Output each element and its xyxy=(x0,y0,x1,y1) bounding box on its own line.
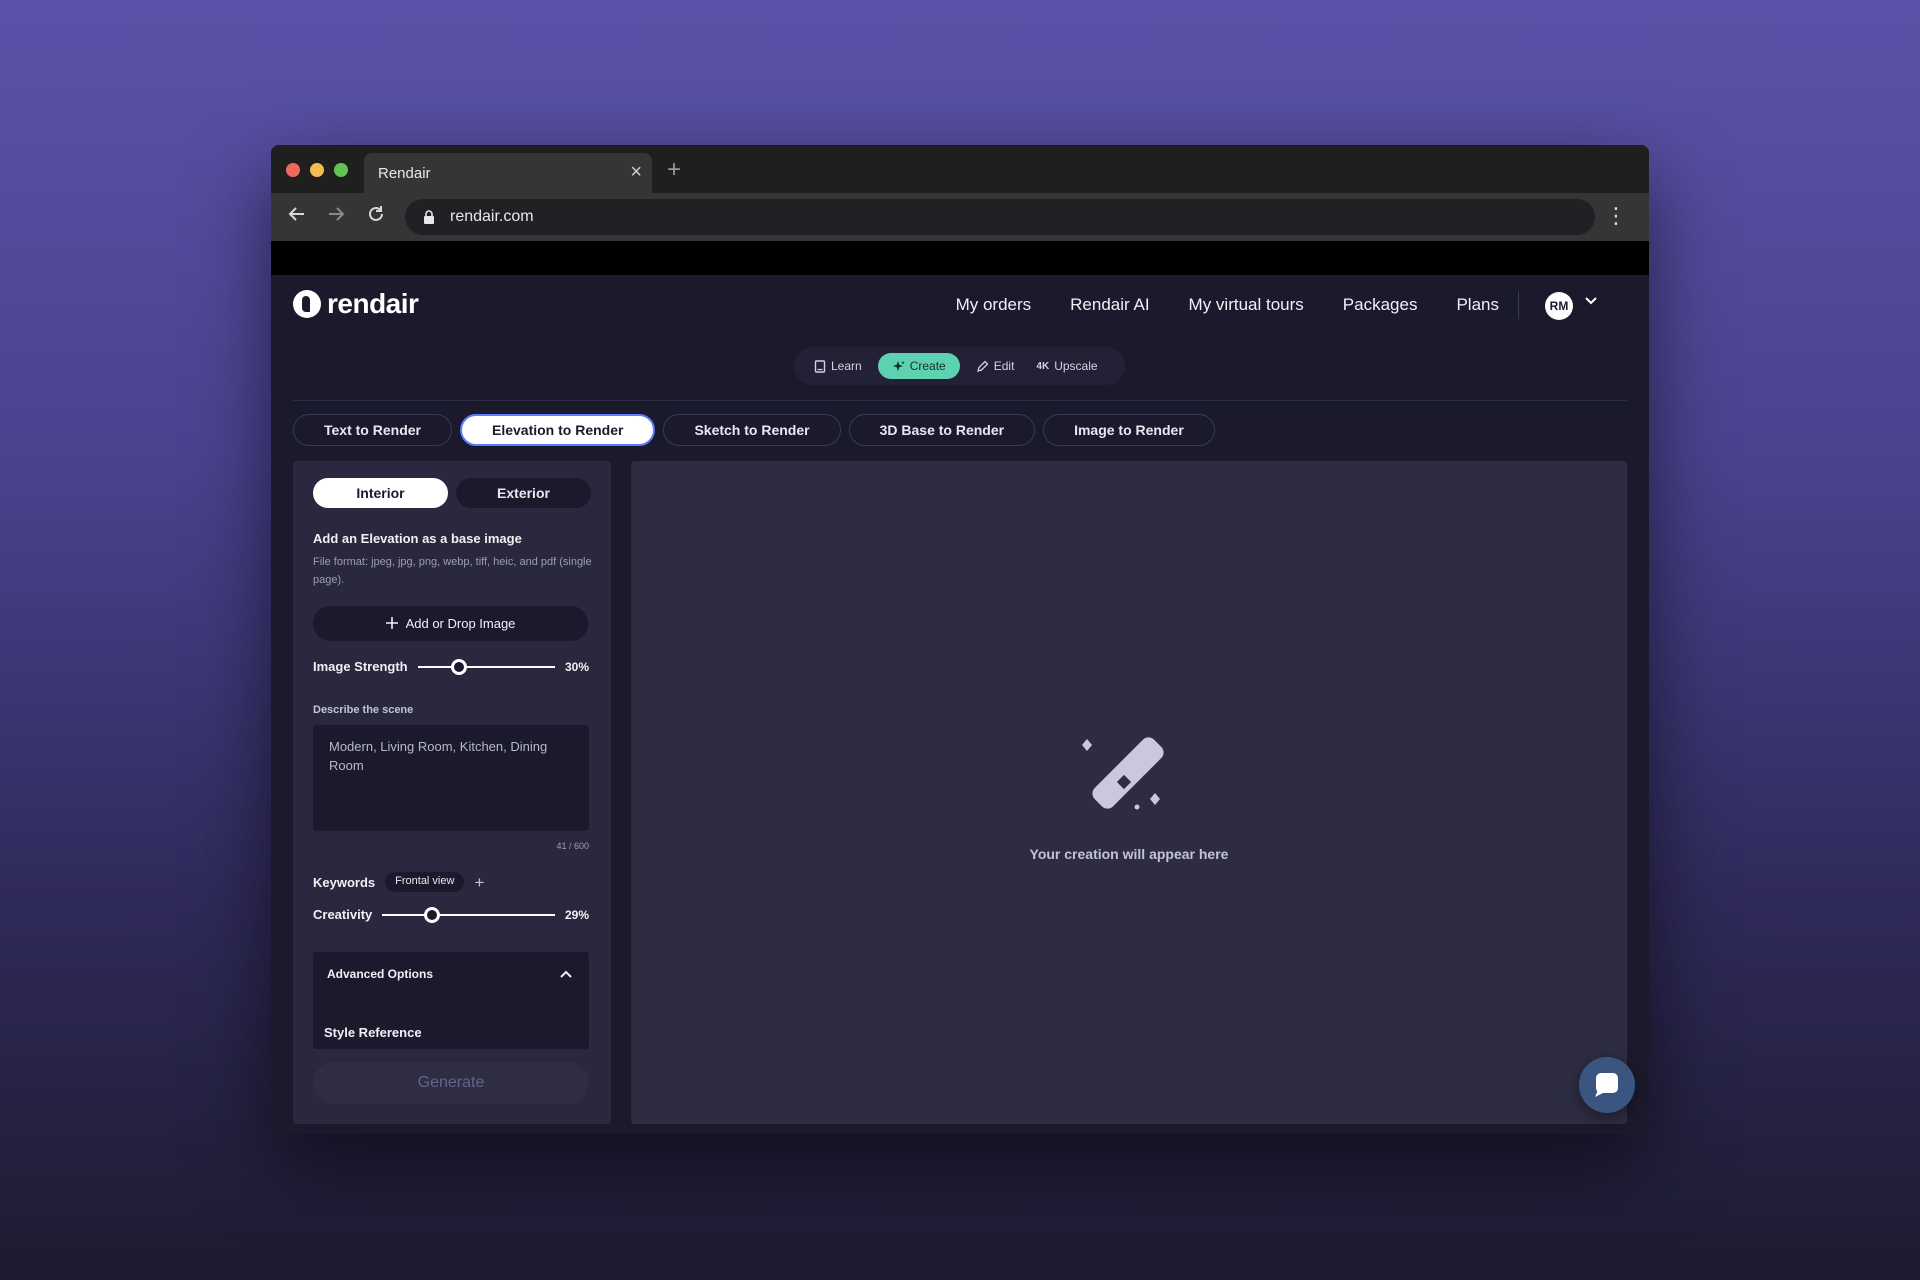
image-strength-thumb[interactable] xyxy=(450,658,467,675)
pencil-icon xyxy=(976,360,989,372)
url-text: rendair.com xyxy=(450,208,534,225)
scene-description-input[interactable]: Modern, Living Room, Kitchen, Dining Roo… xyxy=(313,725,589,831)
book-icon xyxy=(814,359,826,373)
advanced-options-title[interactable]: Advanced Options xyxy=(327,967,433,981)
rendair-logo[interactable]: rendair xyxy=(293,288,419,320)
output-canvas: Your creation will appear here xyxy=(631,461,1627,1124)
maximize-window-button[interactable] xyxy=(334,163,348,177)
settings-panel: Interior Exterior Add an Elevation as a … xyxy=(293,461,611,1124)
browser-tab-title: Rendair xyxy=(378,165,431,182)
minimize-window-button[interactable] xyxy=(310,163,324,177)
tab-elevation-to-render[interactable]: Elevation to Render xyxy=(459,414,656,446)
tab-image-to-render[interactable]: Image to Render xyxy=(1043,414,1215,446)
logo-mark-icon xyxy=(293,290,321,318)
logo-text: rendair xyxy=(327,288,419,319)
new-tab-icon[interactable]: + xyxy=(667,156,681,184)
header-divider xyxy=(293,400,1627,401)
creativity-slider[interactable] xyxy=(382,906,555,923)
creativity-label: Creativity xyxy=(313,907,373,922)
mode-learn[interactable]: Learn xyxy=(808,353,868,379)
image-strength-slider[interactable] xyxy=(417,658,555,675)
mode-switcher: Learn Create Edit 4K Upscale xyxy=(794,347,1125,385)
mode-learn-label: Learn xyxy=(831,359,862,373)
address-bar: rendair.com ⋮ xyxy=(271,193,1649,241)
keyword-chip[interactable]: Frontal view xyxy=(385,872,465,892)
file-format-hint: File format: jpeg, jpg, png, webp, tiff,… xyxy=(313,556,592,586)
empty-state-message: Your creation will appear here xyxy=(1029,846,1229,862)
interior-exterior-toggle: Interior Exterior xyxy=(313,478,591,508)
creativity-thumb[interactable] xyxy=(424,906,441,923)
add-image-title: Add an Elevation as a base image xyxy=(313,531,522,546)
close-tab-icon[interactable]: × xyxy=(630,162,642,182)
image-strength-row: Image Strength 30% xyxy=(313,658,589,675)
generate-button[interactable]: Generate xyxy=(313,1062,589,1104)
add-keyword-icon[interactable]: + xyxy=(474,874,484,891)
mode-edit[interactable]: Edit xyxy=(970,353,1021,379)
mode-create-label: Create xyxy=(909,359,946,373)
nav-plans[interactable]: Plans xyxy=(1456,295,1499,315)
forward-arrow-icon[interactable] xyxy=(326,203,346,231)
interior-button[interactable]: Interior xyxy=(313,478,448,508)
lock-icon xyxy=(423,210,435,229)
tab-sketch-to-render[interactable]: Sketch to Render xyxy=(663,414,841,446)
url-field[interactable]: rendair.com xyxy=(405,199,1595,235)
mode-upscale[interactable]: 4K Upscale xyxy=(1030,353,1103,379)
reload-icon[interactable] xyxy=(366,203,386,231)
user-avatar[interactable]: RM xyxy=(1545,292,1573,320)
mode-create[interactable]: Create xyxy=(877,353,960,379)
render-type-tabs: Text to Render Elevation to Render Sketc… xyxy=(293,414,1215,446)
4k-icon: 4K xyxy=(1036,360,1050,372)
nav-my-orders[interactable]: My orders xyxy=(956,295,1032,315)
nav-packages[interactable]: Packages xyxy=(1343,295,1418,315)
chevron-down-icon[interactable] xyxy=(1583,292,1599,313)
chat-support-button[interactable] xyxy=(1579,1057,1635,1113)
nav-rendair-ai[interactable]: Rendair AI xyxy=(1070,295,1149,315)
nav-my-virtual-tours[interactable]: My virtual tours xyxy=(1189,295,1304,315)
chevron-up-icon[interactable] xyxy=(559,967,573,986)
tab-3d-base-to-render[interactable]: 3D Base to Render xyxy=(848,414,1036,446)
back-arrow-icon[interactable] xyxy=(287,203,307,231)
mode-edit-label: Edit xyxy=(993,359,1015,373)
top-black-strip xyxy=(271,241,1649,275)
advanced-options: Advanced Options Style Reference xyxy=(313,952,589,1049)
image-strength-label: Image Strength xyxy=(313,659,408,674)
close-window-button[interactable] xyxy=(286,163,300,177)
plus-icon xyxy=(385,617,398,629)
character-counter: 41 / 600 xyxy=(556,841,589,851)
sparkle-icon xyxy=(892,360,905,371)
browser-tabbar: Rendair × + xyxy=(271,145,1649,193)
exterior-button[interactable]: Exterior xyxy=(456,478,591,508)
creativity-row: Creativity 29% xyxy=(313,906,589,923)
add-button-label: Add or Drop Image xyxy=(405,616,516,631)
keywords-label: Keywords xyxy=(313,874,376,890)
window-controls xyxy=(286,163,348,177)
app-root: rendair My orders Rendair AI My virtual … xyxy=(271,275,1649,1134)
top-nav: My orders Rendair AI My virtual tours Pa… xyxy=(956,295,1499,315)
creativity-value: 29% xyxy=(564,907,589,922)
add-or-drop-image-button[interactable]: Add or Drop Image xyxy=(313,606,588,641)
chat-bubble-icon xyxy=(1595,1073,1618,1097)
browser-menu-icon[interactable]: ⋮ xyxy=(1605,203,1627,229)
magic-wand-icon xyxy=(1071,723,1187,828)
nav-separator xyxy=(1518,291,1519,319)
tab-text-to-render[interactable]: Text to Render xyxy=(293,414,452,446)
image-strength-value: 30% xyxy=(564,659,589,674)
browser-tab[interactable]: Rendair × xyxy=(364,153,652,193)
browser-window: Rendair × + rendair.com ⋮ rendair My ord… xyxy=(271,145,1649,1134)
mode-upscale-label: Upscale xyxy=(1054,359,1098,373)
describe-scene-label: Describe the scene xyxy=(313,704,414,716)
keywords-row: Keywords Frontal view + xyxy=(313,872,484,892)
style-reference-label: Style Reference xyxy=(324,1025,422,1040)
